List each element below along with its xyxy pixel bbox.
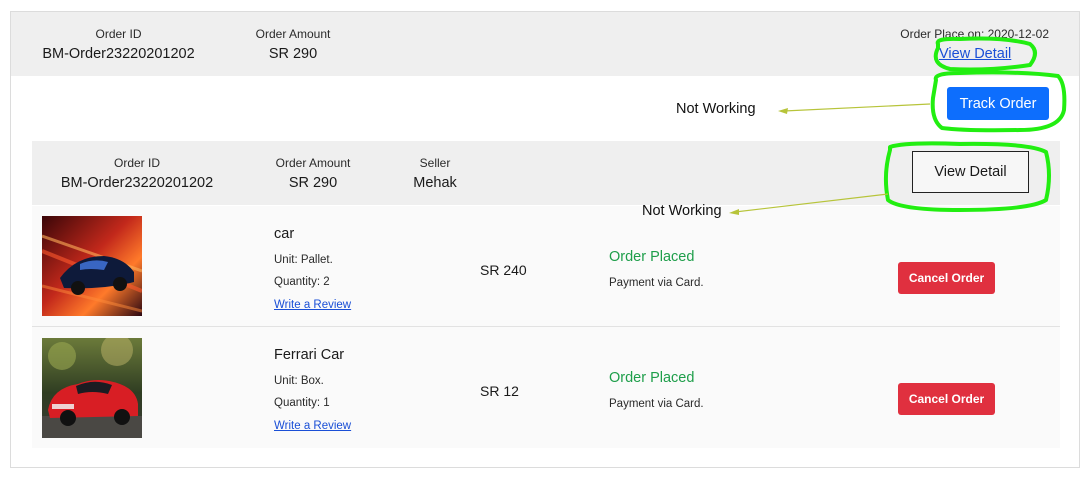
order-status: Order Placed bbox=[609, 249, 695, 265]
sub-order-amount-label: Order Amount bbox=[275, 156, 351, 170]
sub-order-id-value: BM-Order23220201202 bbox=[60, 175, 214, 191]
order-place-date: Order Place on: 2020-12-02 bbox=[900, 27, 1049, 41]
order-id-label: Order ID bbox=[95, 27, 142, 41]
item-unit: Unit: Pallet. bbox=[274, 254, 333, 266]
order-amount-column: Order Amount SR 290 bbox=[238, 27, 348, 62]
order-id-column: Order ID BM-Order23220201202 bbox=[31, 27, 206, 62]
order-summary-bar: Order ID BM-Order23220201202 Order Amoun… bbox=[11, 12, 1079, 76]
order-amount-label: Order Amount bbox=[255, 27, 331, 41]
red-mustang-image[interactable] bbox=[42, 338, 142, 438]
item-quantity: Quantity: 2 bbox=[274, 276, 330, 288]
payment-method: Payment via Card. bbox=[609, 398, 704, 410]
sub-order-amount-column: Order Amount SR 290 bbox=[258, 156, 368, 191]
write-review-link[interactable]: Write a Review bbox=[274, 420, 351, 432]
not-working-note: Not Working bbox=[642, 203, 722, 219]
order-status: Order Placed bbox=[609, 370, 695, 386]
order-card: Order ID BM-Order23220201202 Order Amoun… bbox=[10, 11, 1080, 468]
view-detail-button[interactable]: View Detail bbox=[912, 151, 1029, 193]
seller-label: Seller bbox=[419, 156, 451, 170]
sub-order-amount-value: SR 290 bbox=[288, 175, 338, 191]
item-name: Ferrari Car bbox=[274, 347, 345, 363]
sub-order-id-label: Order ID bbox=[113, 156, 160, 170]
sub-order-id-column: Order ID BM-Order23220201202 bbox=[52, 156, 222, 191]
order-id-value: BM-Order23220201202 bbox=[42, 46, 195, 62]
write-review-link[interactable]: Write a Review bbox=[274, 299, 351, 311]
view-detail-link[interactable]: View Detail bbox=[939, 46, 1011, 62]
item-unit: Unit: Box. bbox=[274, 375, 324, 387]
cancel-order-button[interactable]: Cancel Order bbox=[898, 262, 995, 294]
item-price: SR 240 bbox=[480, 262, 527, 278]
track-order-button[interactable]: Track Order bbox=[947, 87, 1049, 120]
not-working-note: Not Working bbox=[676, 101, 756, 117]
item-price: SR 12 bbox=[480, 383, 519, 399]
order-amount-value: SR 290 bbox=[268, 46, 318, 62]
cancel-order-button[interactable]: Cancel Order bbox=[898, 383, 995, 415]
seller-value: Mehak bbox=[413, 175, 457, 191]
item-quantity: Quantity: 1 bbox=[274, 397, 330, 409]
order-item-row: Ferrari Car Unit: Box. Quantity: 1 Write… bbox=[32, 327, 1060, 448]
order-item-row: car Unit: Pallet. Quantity: 2 Write a Re… bbox=[32, 206, 1060, 327]
item-name: car bbox=[274, 226, 295, 242]
sports-car-neon-image[interactable] bbox=[42, 216, 142, 316]
seller-column: Seller Mehak bbox=[400, 156, 470, 191]
payment-method: Payment via Card. bbox=[609, 277, 704, 289]
seller-order-header: Order ID BM-Order23220201202 Order Amoun… bbox=[32, 141, 1060, 205]
